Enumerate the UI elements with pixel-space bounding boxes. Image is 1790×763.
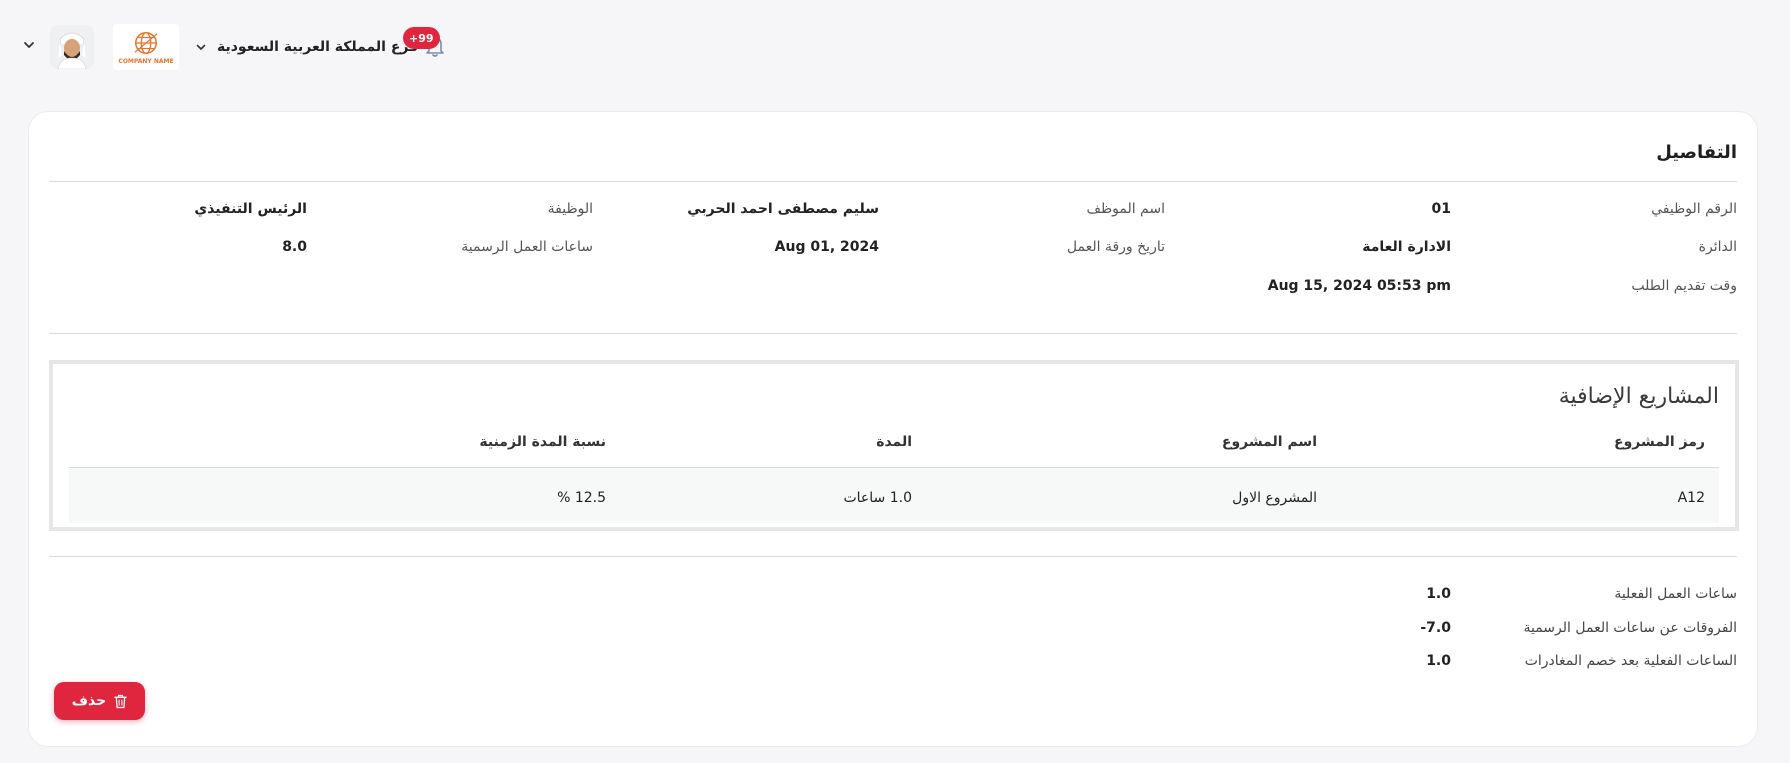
net-hours-value: 1.0 <box>1426 653 1451 669</box>
column-header-ratio: نسبة المدة الزمنية <box>479 434 606 450</box>
cell-project-name: المشروع الاول <box>1232 490 1317 506</box>
details-title: التفاصيل <box>1656 142 1737 163</box>
job-value: الرئيس التنفيذي <box>194 201 307 217</box>
official-hours-label: ساعات العمل الرسمية <box>461 239 593 255</box>
cell-ratio: 12.5 % <box>557 490 606 506</box>
hours-difference-value: -7.0 <box>1420 620 1451 636</box>
worksheet-date-label: تاريخ ورقة العمل <box>1066 239 1165 255</box>
divider <box>49 333 1737 334</box>
details-card: التفاصيل الرقم الوظيفي 01 اسم الموظف سلي… <box>28 111 1758 747</box>
job-label: الوظيفة <box>547 201 593 217</box>
top-header: COMPANY NAME فرع المملكة العربية السعودي… <box>0 0 1790 95</box>
account-chevron-down-icon[interactable] <box>22 38 36 52</box>
actual-hours-value: 1.0 <box>1426 586 1451 602</box>
actual-hours-label: ساعات العمل الفعلية <box>1614 586 1737 602</box>
divider <box>49 556 1737 557</box>
avatar[interactable] <box>50 25 94 69</box>
trash-icon <box>114 694 127 708</box>
additional-projects-panel: المشاريع الإضافية رمز المشروع اسم المشرو… <box>49 360 1739 531</box>
branch-label: فرع المملكة العربية السعودية <box>217 39 419 55</box>
submission-time-label: وقت تقديم الطلب <box>1631 278 1737 294</box>
cell-duration: 1.0 ساعات <box>843 490 912 506</box>
delete-button-label: حذف <box>71 693 107 709</box>
cell-project-code: A12 <box>1677 490 1705 506</box>
column-header-duration: المدة <box>876 434 912 450</box>
column-header-name: اسم المشروع <box>1221 434 1317 450</box>
submission-time-value: Aug 15, 2024 05:53 pm <box>1267 278 1451 294</box>
employee-name-label: اسم الموظف <box>1086 201 1165 217</box>
notification-badge: +99 <box>403 27 440 49</box>
net-hours-label: الساعات الفعلية بعد خصم المغادرات <box>1524 653 1737 669</box>
official-hours-value: 8.0 <box>282 239 307 255</box>
globe-logo-icon <box>134 31 158 55</box>
employee-number-value: 01 <box>1431 201 1451 217</box>
employee-number-label: الرقم الوظيفي <box>1651 201 1737 217</box>
delete-button[interactable]: حذف <box>54 682 145 720</box>
branch-selector[interactable]: فرع المملكة العربية السعودية <box>195 36 418 58</box>
department-label: الدائرة <box>1698 239 1737 255</box>
department-value: الادارة العامة <box>1362 239 1451 255</box>
worksheet-date-value: Aug 01, 2024 <box>774 239 879 255</box>
employee-name-value: سليم مصطفى احمد الحربي <box>687 201 879 217</box>
chevron-down-icon <box>196 44 206 50</box>
hours-difference-label: الفروقات عن ساعات العمل الرسمية <box>1523 620 1737 636</box>
divider <box>49 181 1737 182</box>
company-logo-text: COMPANY NAME <box>118 58 174 65</box>
column-header-code: رمز المشروع <box>1614 434 1705 450</box>
projects-title: المشاريع الإضافية <box>1558 384 1719 409</box>
table-row[interactable]: A12 المشروع الاول 1.0 ساعات 12.5 % <box>69 468 1719 523</box>
company-logo: COMPANY NAME <box>113 24 179 70</box>
